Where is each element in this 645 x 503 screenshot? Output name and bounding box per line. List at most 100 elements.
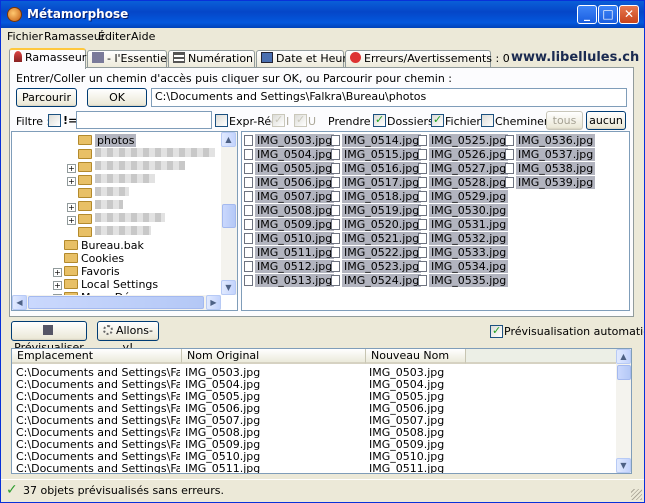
file-item[interactable]: IMG_0521.jpg [331,232,422,245]
cell-location[interactable]: C:\Documents and Settings\Falkra... [16,403,180,415]
cell-new-name[interactable]: IMG_0505.jpg [369,391,465,403]
column-header-new-name[interactable]: Nouveau Nom [366,349,466,364]
cell-location[interactable]: C:\Documents and Settings\Falkra... [16,415,180,427]
unicode-u-checkbox[interactable] [294,113,307,127]
expand-icon[interactable]: + [67,164,76,173]
scroll-right-icon[interactable]: ▶ [206,295,221,310]
file-item[interactable]: IMG_0514.jpg [331,134,422,147]
results-vertical-scrollbar[interactable]: ▲ ▼ [616,349,631,473]
filter-not-checkbox[interactable] [48,114,61,127]
cell-original-name[interactable]: IMG_0510.jpg [185,451,363,463]
file-list[interactable]: IMG_0503.jpg IMG_0504.jpg IMG_0505.jpg IMG_… [241,131,630,311]
cell-location[interactable]: C:\Documents and Settings\Falkra... [16,463,180,473]
file-item[interactable]: IMG_0519.jpg [331,204,422,217]
tab-numeration[interactable]: Numération [168,50,255,68]
tab-ramasseur[interactable]: Ramasseur [9,48,86,69]
results-table[interactable]: Emplacement Nom Original Nouveau Nom ▲ ▼… [11,348,632,474]
filter-input[interactable] [76,111,212,129]
cell-original-name[interactable]: IMG_0511.jpg [185,463,363,473]
cell-location[interactable]: C:\Documents and Settings\Falkra... [16,439,180,451]
expand-icon[interactable]: + [67,216,76,225]
tree-item-hidden[interactable] [78,213,165,226]
cell-location[interactable]: C:\Documents and Settings\Falkra... [16,379,180,391]
file-item[interactable]: IMG_0503.jpg [244,134,335,147]
file-item[interactable]: IMG_0507.jpg [244,190,335,203]
file-item[interactable]: IMG_0531.jpg [418,218,509,231]
file-item[interactable]: IMG_0534.jpg [418,260,509,273]
file-item[interactable]: IMG_0508.jpg [244,204,335,217]
file-item[interactable]: IMG_0505.jpg [244,162,335,175]
menu-ramasseur[interactable]: Ramasseur [44,30,105,43]
cell-location[interactable]: C:\Documents and Settings\Falkra... [16,427,180,439]
scroll-up-icon[interactable]: ▲ [616,349,631,364]
cell-location[interactable]: C:\Documents and Settings\Falkra... [16,391,180,403]
file-item[interactable]: IMG_0522.jpg [331,246,422,259]
file-item[interactable]: IMG_0512.jpg [244,260,335,273]
case-i-checkbox[interactable] [272,113,285,127]
file-item[interactable]: IMG_0518.jpg [331,190,422,203]
scroll-thumb[interactable] [222,204,236,228]
tree-item-cookies[interactable]: Cookies [64,252,124,265]
cell-location[interactable]: C:\Documents and Settings\Falkra... [16,451,180,463]
scroll-thumb[interactable] [28,296,204,309]
file-item[interactable]: IMG_0513.jpg [244,274,335,287]
expand-icon[interactable]: + [67,203,76,212]
title-bar[interactable]: Métamorphose _ □ ✕ [1,1,644,28]
cell-new-name[interactable]: IMG_0504.jpg [369,379,465,391]
file-item[interactable]: IMG_0527.jpg [418,162,509,175]
preview-button[interactable]: Prévisualiser [11,321,87,354]
file-item[interactable]: IMG_0511.jpg [244,246,335,259]
tree-item-photos[interactable]: photos [78,134,137,147]
file-item[interactable]: IMG_0529.jpg [418,190,509,203]
file-item[interactable]: IMG_0533.jpg [418,246,509,259]
cell-new-name[interactable]: IMG_0503.jpg [369,367,465,379]
file-item[interactable]: IMG_0504.jpg [244,148,335,161]
cell-new-name[interactable]: IMG_0509.jpg [369,439,465,451]
scroll-down-icon[interactable]: ▼ [616,458,631,473]
select-none-button[interactable]: aucun [586,111,626,130]
auto-preview-checkbox[interactable] [490,324,503,338]
tree-item-hidden[interactable] [78,226,151,239]
file-item[interactable]: IMG_0536.jpg [505,134,596,147]
ok-button[interactable]: OK [87,88,147,107]
scroll-up-icon[interactable]: ▲ [221,132,236,147]
tree-item-bureau-bak[interactable]: Bureau.bak [64,239,144,252]
cell-new-name[interactable]: IMG_0510.jpg [369,451,465,463]
paths-checkbox[interactable] [481,114,494,127]
cell-new-name[interactable]: IMG_0507.jpg [369,415,465,427]
expand-icon[interactable]: + [67,177,76,186]
resize-grip-icon[interactable] [631,489,642,500]
tree-item-hidden[interactable] [78,174,155,187]
cell-original-name[interactable]: IMG_0503.jpg [185,367,363,379]
cell-new-name[interactable]: IMG_0511.jpg [369,463,465,473]
file-item[interactable]: IMG_0537.jpg [505,148,596,161]
file-item[interactable]: IMG_0538.jpg [505,162,596,175]
file-item[interactable]: IMG_0532.jpg [418,232,509,245]
scroll-left-icon[interactable]: ◀ [12,295,27,310]
file-item[interactable]: IMG_0539.jpg [505,176,596,189]
cell-original-name[interactable]: IMG_0507.jpg [185,415,363,427]
select-all-button[interactable]: tous [546,111,583,130]
minimize-button[interactable]: _ [577,5,597,24]
close-button[interactable]: ✕ [619,5,639,24]
menu-aide[interactable]: Aide [131,30,155,43]
maximize-button[interactable]: □ [598,5,618,24]
cell-original-name[interactable]: IMG_0509.jpg [185,439,363,451]
scroll-thumb[interactable] [617,365,631,380]
folder-tree[interactable]: photos + + + + Bureau.bak Cookies + Favo… [11,131,238,311]
column-header-original-name[interactable]: Nom Original [182,349,366,364]
files-checkbox[interactable] [431,113,444,127]
tree-item-hidden[interactable] [78,148,215,161]
tab-erreurs[interactable]: Erreurs/Avertissements : 0 [345,50,510,68]
file-item[interactable]: IMG_0535.jpg [418,274,509,287]
file-item[interactable]: IMG_0516.jpg [331,162,422,175]
file-item[interactable]: IMG_0530.jpg [418,204,509,217]
expand-icon[interactable]: + [53,268,62,277]
file-item[interactable]: IMG_0523.jpg [331,260,422,273]
file-item[interactable]: IMG_0525.jpg [418,134,509,147]
folders-checkbox[interactable] [373,113,386,127]
tree-item-hidden[interactable] [78,187,129,200]
cell-location[interactable]: C:\Documents and Settings\Falkra... [16,367,180,379]
tree-item-local-settings[interactable]: Local Settings [64,278,158,291]
file-item[interactable]: IMG_0509.jpg [244,218,335,231]
